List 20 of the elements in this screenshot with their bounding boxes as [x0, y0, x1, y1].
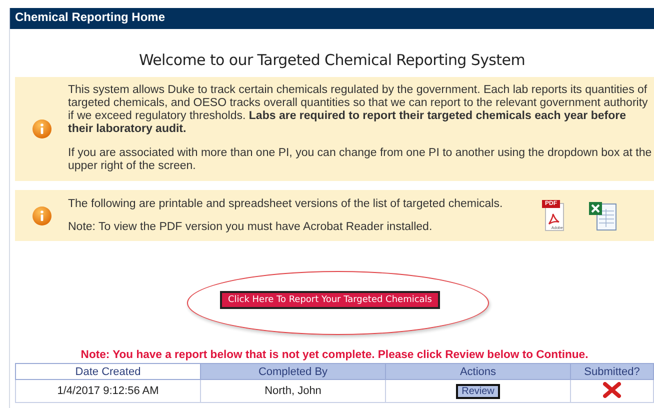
notice-text: Note: To view the PDF version you must have Acrobat Reader installed.: [68, 221, 434, 234]
page-header-title: Chemical Reporting Home: [10, 8, 654, 29]
notice-text: The following are printable and spreadsheet versions of the list of targeted chemicals.: [68, 198, 504, 211]
acrobat-icon: [548, 213, 560, 225]
spreadsheet-file-link[interactable]: [588, 201, 618, 231]
report-chemicals-button[interactable]: Click Here To Report Your Targeted Chemicals: [220, 291, 440, 309]
review-button[interactable]: Review: [456, 384, 500, 398]
incomplete-report-note: Note: You have a report below that is not yet complete. Please click Review below to Continue.: [80, 349, 590, 361]
notice-text: If you are associated with more than one PI, you can change from one PI to another using the dropdown box at the upper right of the screen.: [68, 147, 653, 173]
info-icon: [32, 206, 52, 226]
info-icon: [32, 118, 52, 138]
column-header: Completed By: [200, 364, 386, 380]
completed-by-cell: North, John: [200, 380, 386, 402]
column-header: Submitted?: [570, 364, 654, 380]
welcome-heading: Welcome to our Targeted Chemical Reporting System: [138, 51, 526, 69]
date-cell: 1/4/2017 9:12:56 AM: [16, 380, 200, 402]
column-header: Date Created: [16, 364, 200, 380]
notice-text: This system allows Duke to track certain chemicals regulated by the government. Each lab reports its quantities of targeted chemicals, and OESO tracks overall quantities so that we can report to the relevant government authority if we exceed regulatory thresholds. Labs are required to report their targeted chemicals each year before their laboratory audit.: [68, 84, 649, 136]
spreadsheet-icon: [588, 201, 618, 231]
column-header: Actions: [386, 364, 570, 380]
